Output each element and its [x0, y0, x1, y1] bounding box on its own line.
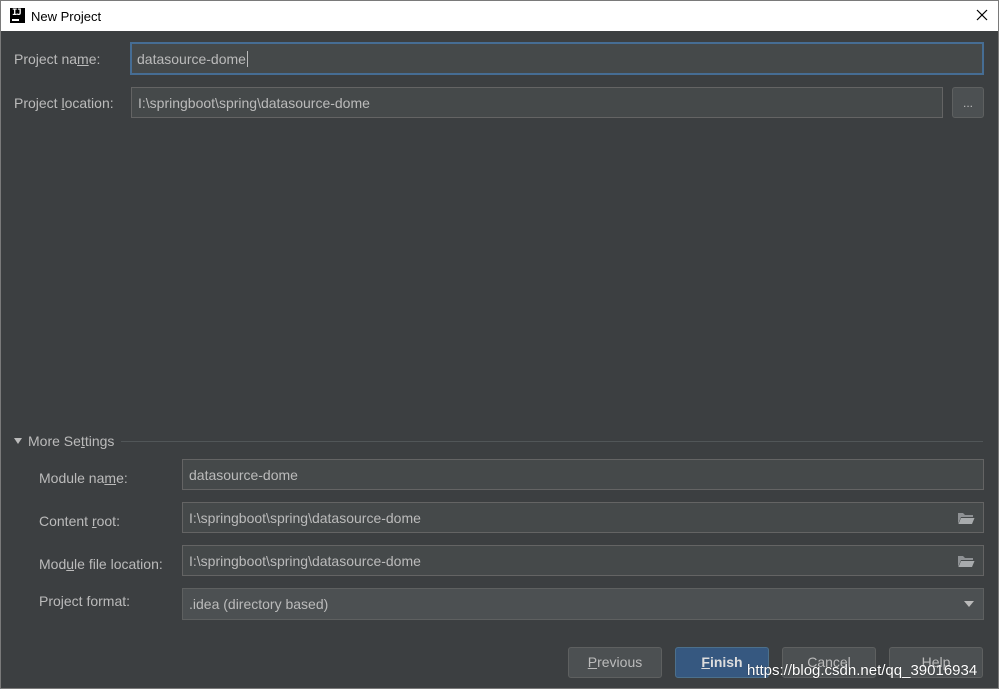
- watermark: https://blog.csdn.net/qq_39016934: [747, 662, 978, 679]
- module-name-input[interactable]: datasource-dome: [182, 459, 984, 490]
- close-button[interactable]: [966, 1, 998, 31]
- browse-location-button[interactable]: ...: [952, 87, 984, 118]
- content-root-input[interactable]: I:\springboot\spring\datasource-dome: [182, 502, 984, 533]
- section-divider: [121, 441, 983, 442]
- project-location-value: I:\springboot\spring\datasource-dome: [138, 94, 370, 111]
- chevron-down-icon: [964, 601, 974, 607]
- project-name-value: datasource-dome: [137, 50, 246, 67]
- module-file-location-label: Module file location:: [39, 556, 163, 572]
- project-name-label: Project name:: [14, 51, 101, 67]
- new-project-dialog: IJ New Project Project name: datasource-…: [0, 0, 999, 689]
- module-name-value: datasource-dome: [189, 466, 298, 483]
- previous-button[interactable]: Previous: [568, 647, 662, 678]
- more-settings-toggle[interactable]: More Settings: [14, 433, 114, 449]
- more-settings-label: More Settings: [28, 433, 115, 449]
- content-root-label: Content root:: [39, 513, 120, 529]
- content-root-value: I:\springboot\spring\datasource-dome: [189, 509, 421, 526]
- project-format-value: .idea (directory based): [189, 596, 329, 612]
- module-file-location-value: I:\springboot\spring\datasource-dome: [189, 552, 421, 569]
- project-format-select[interactable]: .idea (directory based): [182, 588, 984, 620]
- window-title: New Project: [31, 9, 102, 24]
- project-location-input[interactable]: I:\springboot\spring\datasource-dome: [131, 87, 943, 118]
- project-format-label: Project format:: [39, 593, 131, 609]
- title-bar: IJ New Project: [1, 1, 998, 31]
- module-name-label: Module name:: [39, 470, 128, 486]
- project-location-label: Project location:: [14, 95, 114, 111]
- text-caret: [246, 50, 248, 67]
- module-file-location-input[interactable]: I:\springboot\spring\datasource-dome: [182, 545, 984, 576]
- folder-icon[interactable]: [957, 554, 975, 568]
- close-icon: [976, 9, 988, 21]
- folder-icon[interactable]: [957, 511, 975, 525]
- project-name-input[interactable]: datasource-dome: [130, 42, 984, 75]
- triangle-down-icon: [14, 438, 22, 444]
- intellij-icon: IJ: [10, 8, 25, 23]
